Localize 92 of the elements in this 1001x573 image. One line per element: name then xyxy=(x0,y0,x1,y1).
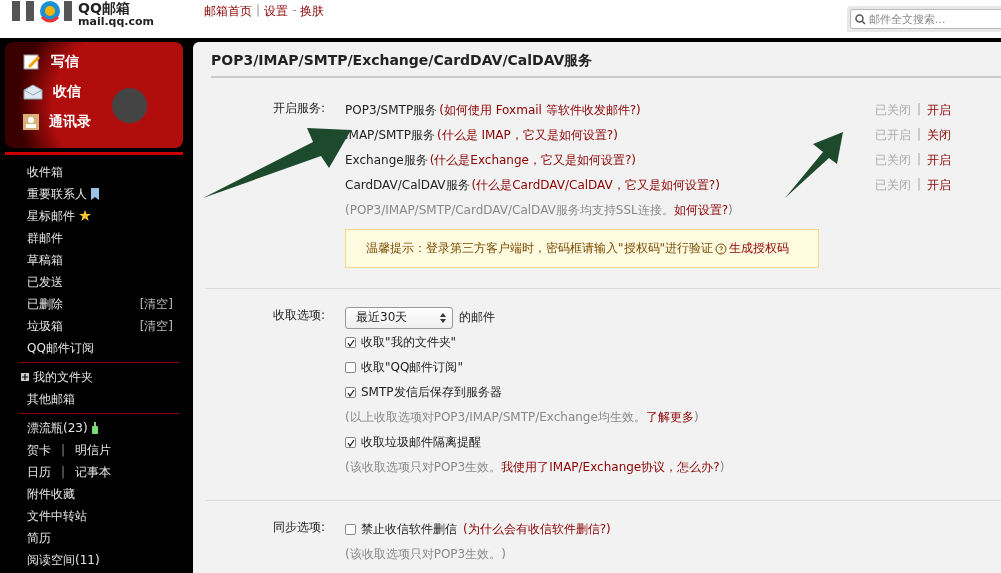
clear-link[interactable]: [清空] xyxy=(139,317,173,335)
folder-link[interactable]: 附件收藏 xyxy=(27,485,75,503)
help-link[interactable]: (什么是CardDAV/CalDAV，它又是如何设置?) xyxy=(471,177,720,194)
checkbox[interactable] xyxy=(345,524,356,535)
bookmark-icon xyxy=(91,188,99,200)
service-status: 已关闭 xyxy=(875,102,911,119)
folder-link[interactable]: 草稿箱 xyxy=(27,251,63,269)
sidebar-action[interactable]: 收信 xyxy=(23,80,165,104)
service-status: 已关闭 xyxy=(875,152,911,169)
app-link[interactable]: 日历 xyxy=(27,463,51,481)
header-link[interactable]: 邮箱首页 xyxy=(204,3,253,20)
contact-card-icon xyxy=(23,114,39,130)
select-suffix: 的邮件 xyxy=(459,309,495,326)
clear-link[interactable]: [清空] xyxy=(139,295,173,313)
folder-link[interactable]: 文件中转站 xyxy=(27,507,87,525)
option-label: 禁止收信软件删信 xyxy=(361,521,457,538)
folder-link[interactable]: 阅读空间(11) xyxy=(27,551,100,569)
app-link[interactable]: 贺卡 xyxy=(27,441,51,459)
separator: | xyxy=(917,177,922,193)
section-label: 同步选项: xyxy=(271,519,326,536)
tip-text: 温馨提示：登录第三方客户端时，密码框请输入"授权码"进行验证 xyxy=(366,241,714,255)
separator: | xyxy=(917,127,922,143)
arrow-drawing xyxy=(785,130,845,200)
page-title: POP3/IMAP/SMTP/Exchange/CardDAV/CalDAV服务 xyxy=(211,52,1001,78)
envelope-icon xyxy=(23,84,43,100)
header-link[interactable]: 设置 xyxy=(264,3,289,20)
note-text: (该收取选项只对POP3生效。) xyxy=(345,546,506,563)
toggle-link[interactable]: 开启 xyxy=(927,152,952,169)
plus-box-icon[interactable] xyxy=(21,373,29,381)
help-link[interactable]: (如何使用 Foxmail 等软件收发邮件?) xyxy=(439,102,641,119)
sidebar-action[interactable]: 通讯录 xyxy=(23,110,165,134)
service-name: POP3/SMTP服务 xyxy=(345,102,438,119)
note-text: (以上收取选项对POP3/IMAP/SMTP/Exchange均生效。了解更多) xyxy=(345,409,699,426)
service-name: CardDAV/CalDAV服务 xyxy=(345,177,470,194)
service-status: 已关闭 xyxy=(875,177,911,194)
checkbox[interactable] xyxy=(345,387,356,398)
separator: | xyxy=(61,443,66,457)
logo-title: QQ邮箱 xyxy=(78,1,131,15)
sidebar-action[interactable]: 写信 xyxy=(23,50,165,74)
folder-link[interactable]: 已删除 xyxy=(27,295,63,313)
period-select[interactable]: 最近30天 xyxy=(345,306,453,329)
separator: | xyxy=(917,152,922,168)
header-link[interactable]: 换肤 xyxy=(300,3,325,20)
folder-link[interactable]: 垃圾箱 xyxy=(27,317,63,335)
help-link[interactable]: (什么是Exchange，它又是如何设置?) xyxy=(429,152,636,169)
help-link[interactable]: 生成授权码 xyxy=(729,241,790,255)
option-label: 收取"我的文件夹" xyxy=(361,334,457,351)
help-link[interactable]: (什么是 IMAP，它又是如何设置?) xyxy=(436,127,618,144)
folder-link[interactable]: QQ邮件订阅 xyxy=(27,339,94,357)
service-name: IMAP/SMTP服务 xyxy=(345,127,435,144)
folder-link[interactable]: 已发送 xyxy=(27,273,63,291)
service-name: Exchange服务 xyxy=(345,152,428,169)
separator: - xyxy=(292,3,297,19)
note-text: (POP3/IMAP/SMTP/CardDAV/CalDAV服务均支持SSL连接。如何设置?) xyxy=(345,202,733,219)
folder-link[interactable]: 星标邮件 xyxy=(27,207,75,225)
toggle-link[interactable]: 关闭 xyxy=(927,127,952,144)
option-label: 收取垃圾邮件隔离提醒 xyxy=(361,434,481,451)
toggle-link[interactable]: 开启 xyxy=(927,177,952,194)
separator: | xyxy=(256,3,261,19)
bottle-icon xyxy=(91,422,98,434)
checkbox[interactable] xyxy=(345,362,356,373)
app-link[interactable]: 记事本 xyxy=(75,463,112,481)
folder-link[interactable]: 收件箱 xyxy=(27,163,63,181)
toggle-link[interactable]: 开启 xyxy=(927,102,952,119)
service-status: 已开启 xyxy=(875,127,911,144)
option-label: SMTP发信后保存到服务器 xyxy=(361,384,502,401)
search-icon xyxy=(855,13,866,25)
pencil-note-icon xyxy=(23,53,41,71)
option-label: 收取"QQ邮件订阅" xyxy=(361,359,463,376)
logo-domain: mail.qq.com xyxy=(78,15,155,28)
updown-icon xyxy=(440,312,446,323)
folder-link[interactable]: 简历 xyxy=(27,529,51,547)
search-field[interactable]: 邮件全文搜索... xyxy=(850,9,1001,29)
help-link[interactable]: (为什么会有收信软件删信?) xyxy=(463,521,611,538)
folder-link[interactable]: 漂流瓶(23) xyxy=(27,419,88,437)
separator: | xyxy=(917,102,922,118)
folder-link[interactable]: 其他邮箱 xyxy=(27,390,75,408)
help-icon[interactable] xyxy=(715,242,728,255)
help-link[interactable]: 了解更多 xyxy=(645,410,694,424)
checkbox[interactable] xyxy=(345,337,356,348)
section-label: 开启服务: xyxy=(271,100,326,117)
note-text: (该收取选项只对POP3生效。我使用了IMAP/Exchange协议，怎么办?) xyxy=(345,459,725,476)
help-link[interactable]: 如何设置? xyxy=(673,203,729,217)
folder-link[interactable]: 群邮件 xyxy=(27,229,63,247)
section-label: 收取选项: xyxy=(271,307,326,324)
folder-link[interactable]: 重要联系人 xyxy=(27,185,87,203)
separator: | xyxy=(61,465,66,479)
star-icon xyxy=(79,210,91,222)
checkbox[interactable] xyxy=(345,437,356,448)
app-link[interactable]: 明信片 xyxy=(75,441,112,459)
help-link[interactable]: 我使用了IMAP/Exchange协议，怎么办? xyxy=(501,460,720,474)
folder-link[interactable]: 我的文件夹 xyxy=(33,368,93,386)
